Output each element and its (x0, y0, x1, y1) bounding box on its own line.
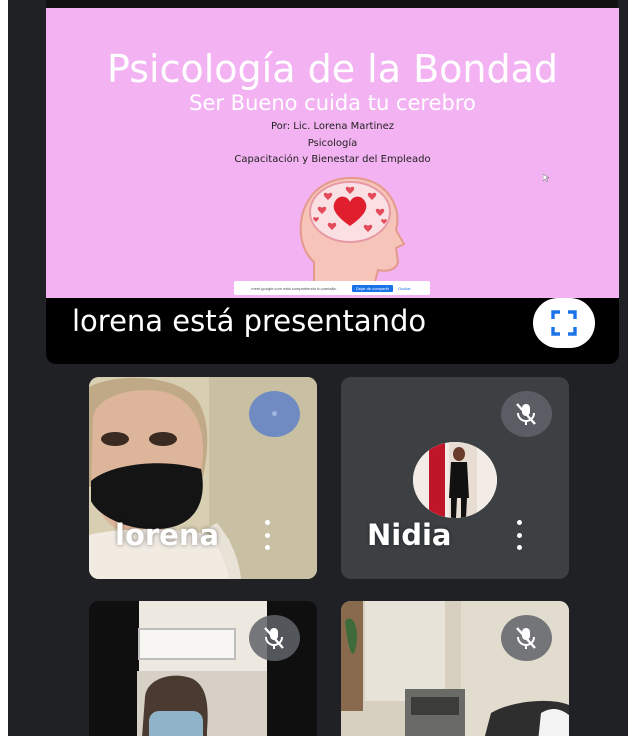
slide-author: Por: Lic. Lorena Martinez (271, 121, 394, 132)
head-heart-illustration (299, 176, 406, 287)
participant-name: lorena (115, 518, 220, 552)
slide-course: Capacitación y Bienestar del Empleado (234, 154, 431, 165)
shared-slide: Psicología de la Bondad Ser Bueno cuida … (46, 8, 619, 298)
mic-off-icon (249, 615, 300, 661)
participant-tile[interactable] (89, 601, 317, 736)
hide-share-bar-link[interactable]: Ocultar (398, 286, 411, 291)
presentation-tile[interactable]: Psicología de la Bondad Ser Bueno cuida … (46, 8, 619, 364)
speaking-indicator (249, 391, 300, 437)
share-bar-text: meet.google.com está compartiendo tu pan… (251, 285, 337, 291)
meet-app: Psicología de la Bondad Ser Bueno cuida … (8, 0, 628, 736)
stop-sharing-button[interactable]: Dejar de compartir (352, 284, 393, 292)
avatar (413, 442, 497, 518)
presenting-label: lorena está presentando (72, 304, 427, 338)
cursor-icon (543, 174, 549, 182)
top-strip (46, 0, 618, 8)
more-options-icon[interactable] (260, 520, 274, 550)
participant-tile[interactable] (341, 601, 569, 736)
participant-name: Nidia (367, 518, 452, 552)
mic-off-icon (501, 391, 552, 437)
mic-off-icon (501, 615, 552, 661)
more-options-icon[interactable] (512, 520, 526, 550)
fullscreen-icon (551, 310, 577, 336)
slide-title: Psicología de la Bondad (106, 47, 559, 91)
slide-subtitle: Ser Bueno cuida tu cerebro (189, 91, 476, 115)
fullscreen-button[interactable] (533, 298, 595, 348)
slide-field: Psicología (307, 138, 358, 149)
participant-tile-lorena[interactable]: lorena (89, 377, 317, 579)
participant-tile-nidia[interactable]: Nidia (341, 377, 569, 579)
screen-share-bar: meet.google.com está compartiendo tu pan… (234, 281, 430, 295)
